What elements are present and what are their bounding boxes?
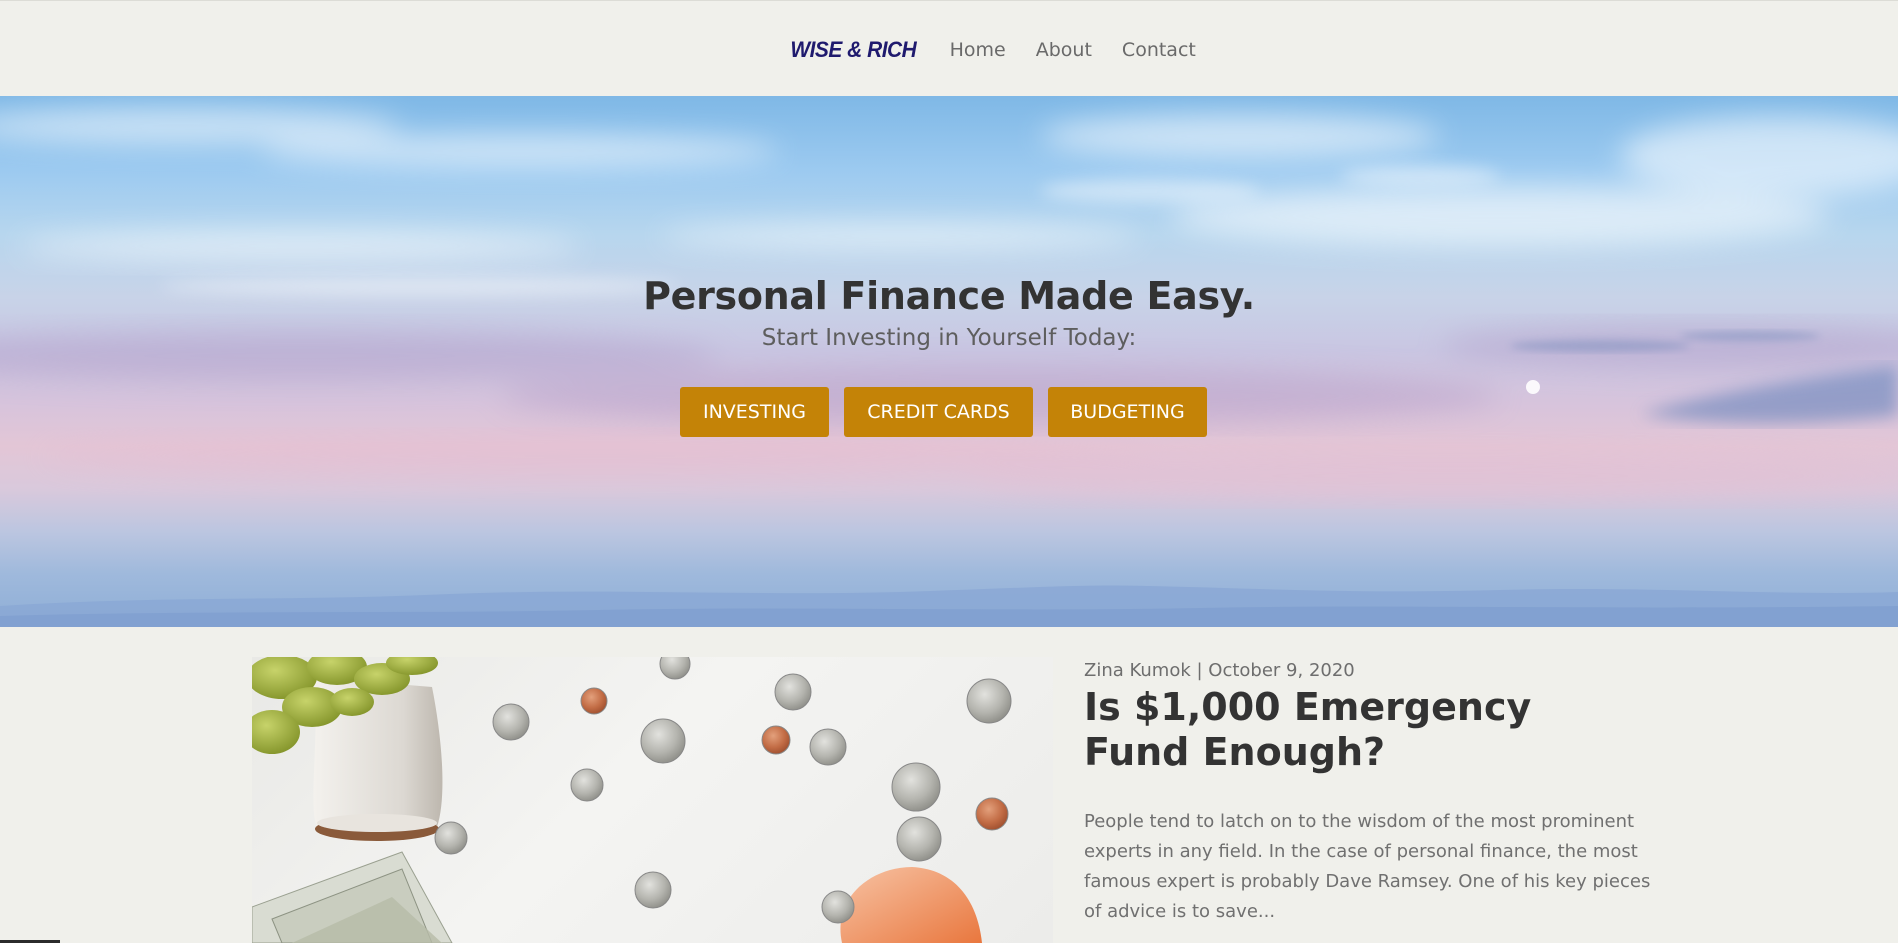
investing-button[interactable]: INVESTING: [680, 387, 829, 437]
nav-link-home[interactable]: Home: [950, 39, 1006, 61]
coins-and-plant-photo: [252, 657, 1012, 943]
hero-banner: Personal Finance Made Easy. Start Invest…: [0, 96, 1898, 627]
site-logo[interactable]: WISE & RICH: [790, 37, 916, 63]
site-header: WISE & RICH Home About Contact: [0, 0, 1898, 96]
article-excerpt: People tend to latch on to the wisdom of…: [1084, 811, 1651, 922]
article-thumbnail[interactable]: [252, 657, 1053, 943]
nav-link-contact[interactable]: Contact: [1122, 39, 1196, 61]
budgeting-button[interactable]: BUDGETING: [1048, 387, 1207, 437]
hero-subtitle: Start Investing in Yourself Today:: [761, 325, 1137, 351]
hero-title: Personal Finance Made Easy.: [643, 274, 1255, 318]
category-button-group: INVESTING CREDIT CARDS BUDGETING: [680, 387, 1207, 437]
credit-cards-button[interactable]: CREDIT CARDS: [844, 387, 1033, 437]
sky-background-image: [0, 108, 1898, 627]
article-title[interactable]: Is $1,000 Emergency Fund Enough?: [1084, 685, 1644, 775]
article-meta: Zina Kumok | October 9, 2020: [1084, 660, 1355, 681]
nav-link-about[interactable]: About: [1036, 39, 1092, 61]
main-nav: WISE & RICH Home About Contact: [787, 35, 1196, 65]
